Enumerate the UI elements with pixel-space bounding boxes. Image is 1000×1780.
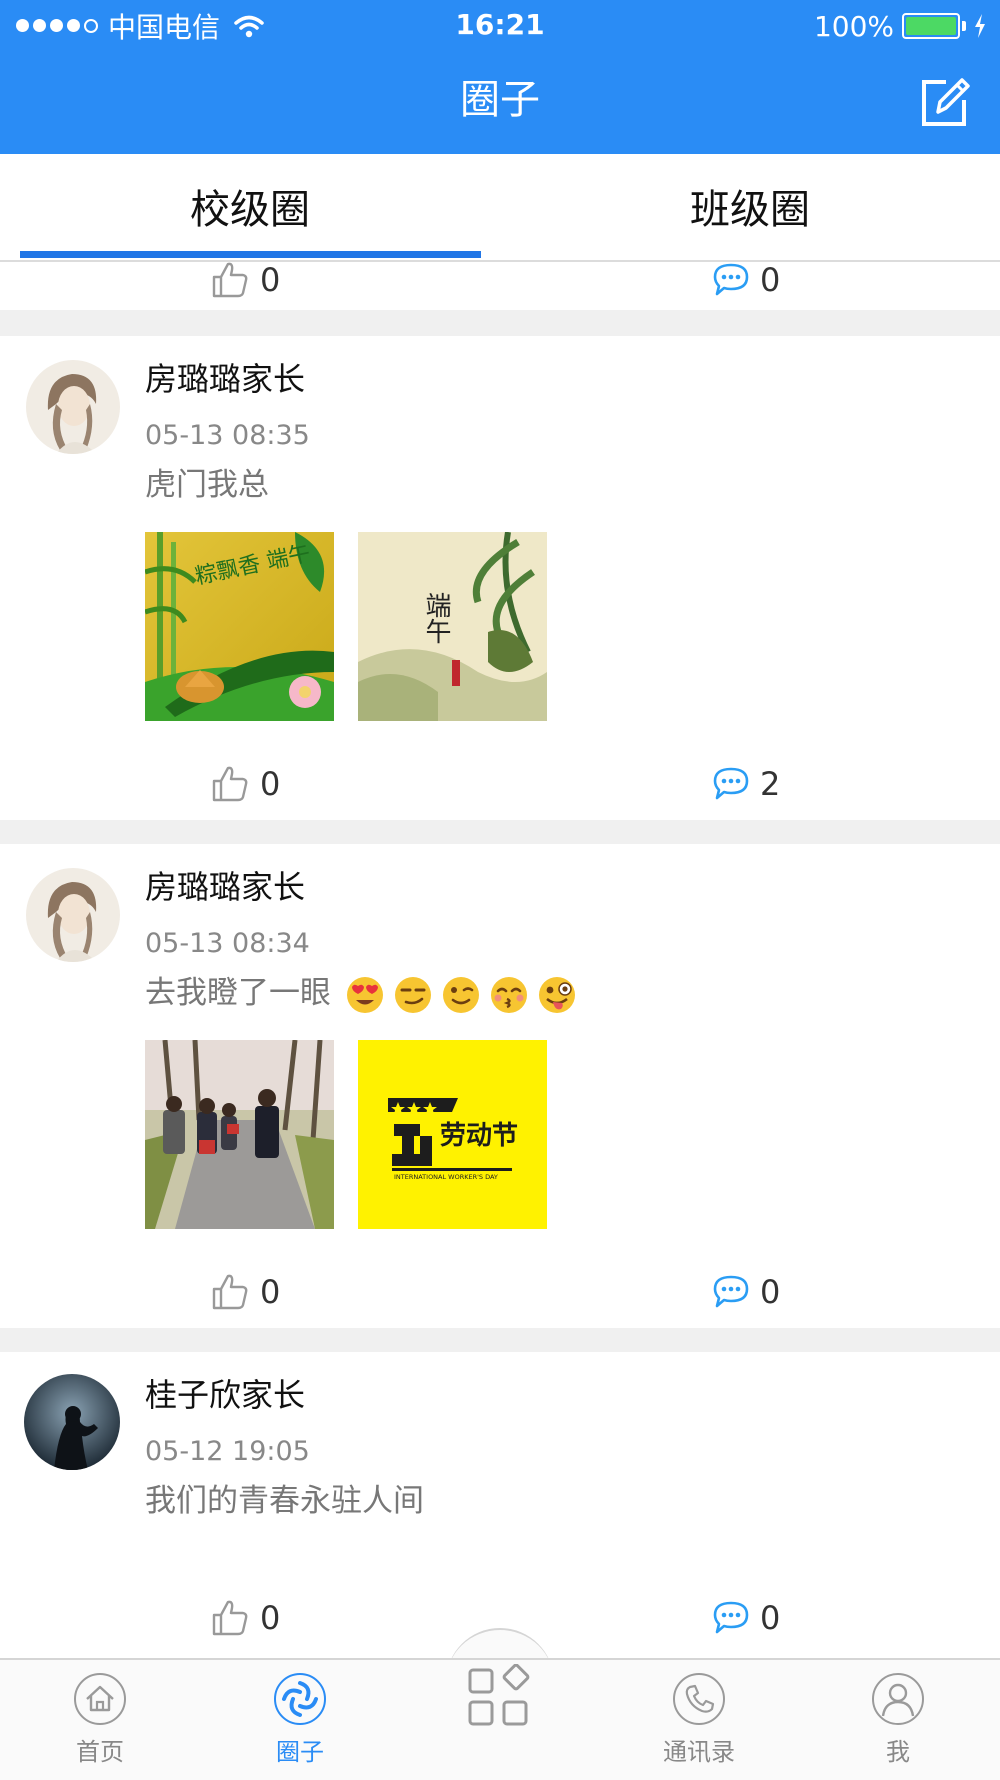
image-subtext: INTERNATIONAL WORKER'S DAY bbox=[394, 1173, 498, 1181]
comment-button[interactable]: 2 bbox=[712, 754, 780, 814]
heart-eyes-emoji bbox=[346, 976, 383, 1013]
like-button[interactable]: 0 bbox=[210, 1588, 280, 1648]
like-count: 0 bbox=[260, 262, 281, 299]
post-image[interactable]: 端午 bbox=[358, 532, 547, 721]
comment-count: 0 bbox=[760, 262, 781, 299]
apps-grid-icon[interactable] bbox=[466, 1664, 534, 1732]
bottom-tab-label: 我 bbox=[886, 1738, 910, 1766]
status-bar-right: 100% bbox=[814, 8, 986, 44]
phone-icon bbox=[673, 1673, 725, 1725]
circle-icon bbox=[274, 1673, 326, 1725]
comment-count: 0 bbox=[760, 1273, 781, 1311]
tongue-out-emoji bbox=[538, 976, 575, 1013]
bottom-tab-label: 通讯录 bbox=[663, 1738, 735, 1766]
battery-cap bbox=[962, 21, 966, 31]
author-name[interactable]: 桂子欣家长 bbox=[145, 1372, 305, 1418]
emoji-row bbox=[345, 975, 577, 1015]
comment-count: 0 bbox=[760, 1599, 781, 1637]
post-text: 去我瞪了一眼 bbox=[145, 970, 577, 1016]
smirk-emoji bbox=[394, 976, 431, 1013]
comment-button[interactable]: 0 bbox=[712, 1262, 780, 1322]
bottom-tab-me[interactable]: 我 bbox=[838, 1672, 958, 1772]
home-icon bbox=[74, 1673, 126, 1725]
post-text-content: 去我瞪了一眼 bbox=[145, 975, 331, 1011]
comment-button[interactable]: 0 bbox=[712, 1588, 780, 1648]
post-text-content: 我们的青春永驻人间 bbox=[145, 1483, 424, 1519]
bottom-tab-label: 首页 bbox=[76, 1738, 124, 1766]
bottom-tab-label: 圈子 bbox=[276, 1738, 324, 1766]
post-card[interactable]: 房璐璐家长 05-13 08:35 虎门我总 粽飘香 端午 端午 0 2 bbox=[0, 336, 1000, 820]
post-card[interactable]: 房璐璐家长 05-13 08:34 去我瞪了一眼 劳动节 INTERNATION… bbox=[0, 844, 1000, 1328]
app-header: 中国电信 16:21 100% 圈子 bbox=[0, 0, 1000, 154]
bottom-tab-home[interactable]: 首页 bbox=[40, 1672, 160, 1772]
image-text: 端午 bbox=[421, 592, 451, 644]
post-actions: 0 0 bbox=[0, 262, 1000, 310]
post-image[interactable]: 粽飘香 端午 bbox=[145, 532, 334, 721]
comment-icon bbox=[713, 263, 749, 296]
post-feed[interactable]: 0 0 房璐璐家长 05-13 08:35 虎门我总 粽飘香 端午 端午 0 2… bbox=[0, 262, 1000, 1658]
like-button[interactable]: 0 bbox=[210, 262, 280, 310]
post-image[interactable] bbox=[145, 1040, 334, 1229]
thumbs-up-icon bbox=[212, 1600, 248, 1636]
like-button[interactable]: 0 bbox=[210, 754, 280, 814]
post-text: 我们的青春永驻人间 bbox=[145, 1478, 424, 1524]
thumbs-up-icon bbox=[212, 262, 248, 298]
active-tab-indicator bbox=[20, 251, 481, 258]
avatar[interactable] bbox=[24, 1374, 120, 1470]
wink-emoji bbox=[442, 976, 479, 1013]
author-name[interactable]: 房璐璐家长 bbox=[145, 356, 305, 402]
post-text-content: 虎门我总 bbox=[145, 467, 269, 503]
battery-percent: 100% bbox=[813, 9, 894, 43]
like-button[interactable]: 0 bbox=[210, 1262, 280, 1322]
like-count: 0 bbox=[260, 765, 281, 803]
image-text: 劳动节 bbox=[440, 1121, 518, 1151]
tab-class-circle[interactable]: 班级圈 bbox=[500, 154, 1000, 258]
post-actions: 0 2 bbox=[0, 754, 1000, 814]
bottom-tab-circle[interactable]: 圈子 bbox=[240, 1672, 360, 1772]
post-images: 劳动节 INTERNATIONAL WORKER'S DAY bbox=[145, 1040, 547, 1229]
kissing-emoji bbox=[490, 976, 527, 1013]
post-card[interactable]: 桂子欣家长 05-12 19:05 我们的青春永驻人间 0 0 bbox=[0, 1352, 1000, 1658]
comment-icon bbox=[713, 1601, 749, 1634]
like-count: 0 bbox=[260, 1599, 281, 1637]
post-images: 粽飘香 端午 端午 bbox=[145, 532, 547, 721]
comment-icon bbox=[713, 1275, 749, 1308]
post-time: 05-13 08:35 bbox=[145, 420, 310, 451]
profile-icon bbox=[872, 1673, 924, 1725]
post-text: 虎门我总 bbox=[145, 462, 269, 508]
page-title: 圈子 bbox=[460, 77, 540, 123]
comment-count: 2 bbox=[760, 765, 781, 803]
avatar[interactable] bbox=[26, 360, 120, 454]
charging-bolt-icon bbox=[975, 14, 985, 38]
battery-icon bbox=[902, 13, 960, 39]
like-count: 0 bbox=[260, 1273, 281, 1311]
post-actions: 0 0 bbox=[0, 1262, 1000, 1322]
thumbs-up-icon bbox=[212, 766, 248, 802]
edit-icon[interactable] bbox=[916, 74, 972, 130]
bottom-tab-contacts[interactable]: 通讯录 bbox=[639, 1672, 759, 1772]
post-card-partial: 0 0 bbox=[0, 262, 1000, 310]
post-image[interactable]: 劳动节 INTERNATIONAL WORKER'S DAY bbox=[358, 1040, 547, 1229]
tab-school-circle[interactable]: 校级圈 bbox=[0, 154, 500, 258]
comment-button[interactable]: 0 bbox=[712, 262, 780, 310]
author-name[interactable]: 房璐璐家长 bbox=[145, 864, 305, 910]
post-time: 05-12 19:05 bbox=[145, 1436, 310, 1467]
circle-tabs: 校级圈 班级圈 bbox=[0, 154, 1000, 262]
thumbs-up-icon bbox=[212, 1274, 248, 1310]
post-time: 05-13 08:34 bbox=[145, 928, 310, 959]
comment-icon bbox=[713, 767, 749, 800]
avatar[interactable] bbox=[26, 868, 120, 962]
